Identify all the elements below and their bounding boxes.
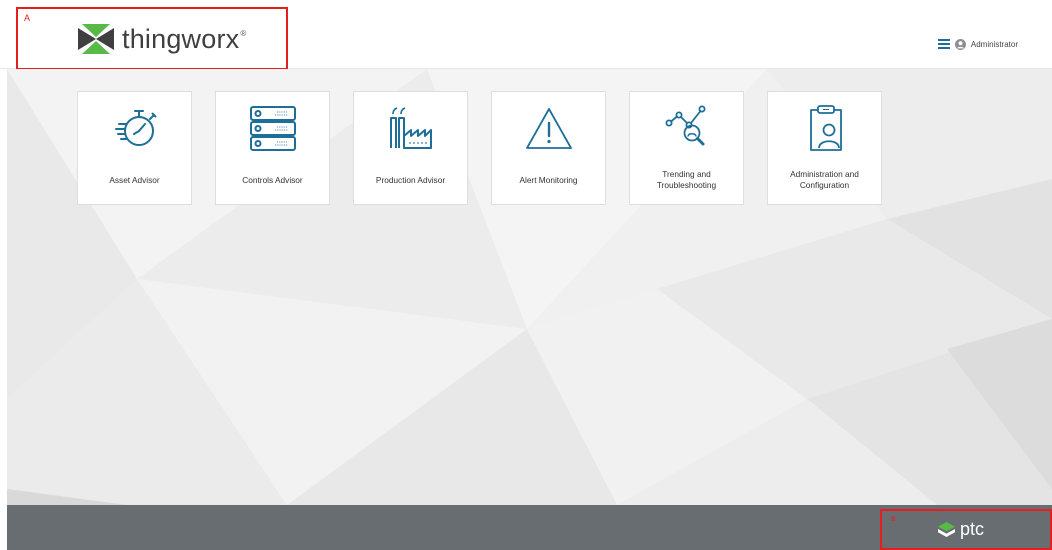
tile-administration-configuration[interactable]: Administration and Configuration: [767, 91, 882, 205]
tile-label: Production Advisor: [375, 174, 446, 185]
tile-label: Trending and Troubleshooting: [656, 169, 717, 190]
annotation-box-a: [16, 7, 288, 70]
user-name[interactable]: Administrator: [971, 40, 1018, 49]
factory-icon: [389, 107, 432, 149]
annotation-label-b: B: [891, 516, 896, 523]
clipboard-user-icon: [809, 105, 842, 151]
hamburger-menu-icon[interactable]: [937, 39, 950, 49]
server-rack-icon: [249, 106, 296, 151]
tile-label: Administration and Configuration: [790, 169, 859, 190]
tile-label: Controls Advisor: [242, 174, 303, 185]
tile-controls-advisor[interactable]: Controls Advisor: [215, 91, 330, 205]
warning-triangle-icon: [525, 108, 572, 149]
tile-asset-advisor[interactable]: Asset Advisor: [77, 91, 192, 205]
user-area: Administrator: [937, 37, 1018, 51]
annotation-box-b: [880, 509, 1052, 550]
tile-production-advisor[interactable]: Production Advisor: [353, 91, 468, 205]
tile-label: Asset Advisor: [109, 174, 160, 185]
user-avatar-icon[interactable]: [954, 38, 966, 50]
annotation-label-a: A: [24, 13, 31, 23]
stopwatch-icon: [114, 110, 156, 146]
graph-magnifier-icon: [665, 105, 706, 146]
tile-label: Alert Monitoring: [519, 174, 578, 185]
tile-trending-troubleshooting[interactable]: Trending and Troubleshooting: [629, 91, 744, 205]
app-tiles: Asset Advisor Controls Advisor Productio…: [77, 91, 905, 205]
tile-alert-monitoring[interactable]: Alert Monitoring: [491, 91, 606, 205]
